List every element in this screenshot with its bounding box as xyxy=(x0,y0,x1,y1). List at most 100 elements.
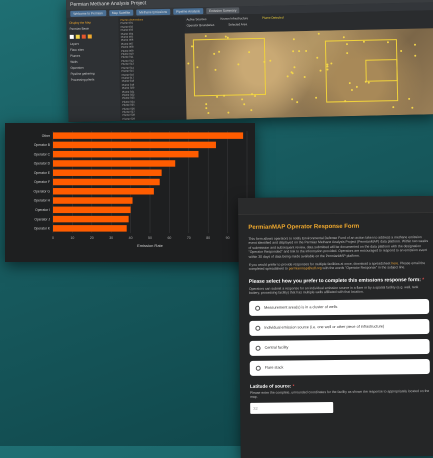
map-dashboard-window: Permian Methane Analysis Project ⚙ Welco… xyxy=(66,0,433,122)
x-tick-label: 90 xyxy=(226,236,230,240)
plume-marker[interactable] xyxy=(286,75,289,78)
bar xyxy=(53,178,160,186)
sidebar-item-plants[interactable]: Processing plants xyxy=(71,77,117,81)
option-flare-stack[interactable]: Flare stack xyxy=(249,358,430,376)
x-tick-label: 30 xyxy=(109,236,113,240)
plume-marker[interactable] xyxy=(304,49,307,52)
account-link[interactable]: ⚙ xyxy=(425,0,429,2)
plume-marker[interactable] xyxy=(411,106,414,109)
plume-marker[interactable] xyxy=(326,68,329,71)
plume-marker[interactable] xyxy=(298,49,301,53)
plume-marker[interactable] xyxy=(293,66,296,69)
radio-icon[interactable] xyxy=(255,305,261,311)
x-tick-label: 10 xyxy=(70,236,74,240)
plume-marker[interactable] xyxy=(316,57,319,60)
legend-item-selected: Selected Area xyxy=(228,22,248,27)
plume-marker[interactable] xyxy=(207,112,210,115)
latitude-question: Latitude of source: * xyxy=(249,382,430,389)
plume-marker[interactable] xyxy=(355,85,358,88)
option-individual-source[interactable]: Individual emission source (i.e. one wel… xyxy=(249,318,430,336)
email-link[interactable]: permianmap@edf.org xyxy=(289,267,322,271)
selected-area-box xyxy=(365,59,398,82)
plume-marker[interactable] xyxy=(241,98,244,101)
plume-marker[interactable] xyxy=(222,94,225,97)
radio-icon[interactable] xyxy=(255,365,261,371)
plume-marker[interactable] xyxy=(212,52,215,55)
sidebar-item-plumes[interactable]: Plumes xyxy=(70,53,116,58)
plume-marker[interactable] xyxy=(317,32,320,35)
option-central-facility[interactable]: Central facility xyxy=(249,338,430,356)
sidebar-item-wells[interactable]: Wells xyxy=(70,59,116,64)
latitude-input[interactable]: 32 xyxy=(250,402,334,415)
plume-marker[interactable] xyxy=(214,68,217,71)
plume-marker[interactable] xyxy=(204,34,207,37)
plume-marker[interactable] xyxy=(292,49,295,52)
category-label: Operator D xyxy=(34,162,51,166)
nav-tab-methane[interactable]: Methane Emissions xyxy=(136,8,171,16)
nav-tab-summary[interactable]: Emission Summary xyxy=(205,7,240,15)
plume-marker[interactable] xyxy=(254,94,257,97)
plume-marker[interactable] xyxy=(330,62,333,65)
nav-tab-map[interactable]: Map Satellite xyxy=(108,9,134,17)
plume-marker[interactable] xyxy=(262,60,266,63)
plume-marker[interactable] xyxy=(414,54,417,57)
radio-icon[interactable] xyxy=(255,345,261,351)
latitude-label: Latitude of source: xyxy=(249,383,292,389)
plume-marker[interactable] xyxy=(408,97,411,100)
plume-marker[interactable] xyxy=(217,50,220,53)
sidebar-item-pipelines[interactable]: Pipeline gathering xyxy=(71,71,117,76)
legend-item-active: Active Sources xyxy=(186,17,207,22)
plume-marker[interactable] xyxy=(342,36,345,39)
plume-marker[interactable] xyxy=(227,111,230,114)
x-tick-label: 40 xyxy=(129,236,133,240)
plume-marker[interactable] xyxy=(216,96,219,99)
category-label: Operator C xyxy=(34,152,51,156)
list-item[interactable]: Plume 029 xyxy=(122,116,184,121)
nav-tab-welcome[interactable]: Welcome to Permian xyxy=(70,10,106,17)
plume-marker[interactable] xyxy=(400,50,403,53)
bulk-note-tail: with the words "Operator Response" in th… xyxy=(322,265,406,271)
required-marker: * xyxy=(422,276,425,283)
plume-marker[interactable] xyxy=(392,106,395,109)
plume-marker[interactable] xyxy=(346,42,349,45)
bar xyxy=(53,197,133,204)
plume-marker[interactable] xyxy=(292,38,295,41)
plume-marker[interactable] xyxy=(250,108,253,111)
plume-marker[interactable] xyxy=(205,107,208,110)
plume-marker[interactable] xyxy=(250,93,253,96)
sidebar-heading: Display the Map xyxy=(69,20,92,25)
nav-tab-pipeline[interactable]: Pipeline Analysis xyxy=(173,8,204,15)
plume-marker[interactable] xyxy=(414,43,417,46)
bar xyxy=(53,150,199,158)
plume-marker[interactable] xyxy=(350,88,353,92)
sidebar-item-operators[interactable]: Operators xyxy=(70,65,116,70)
plume-marker[interactable] xyxy=(269,59,272,62)
x-axis-label: Emission Rate xyxy=(137,243,164,248)
satellite-map[interactable] xyxy=(184,28,433,120)
x-tick-label: 0 xyxy=(52,236,54,240)
option-label: Flare stack xyxy=(264,365,284,370)
plume-marker[interactable] xyxy=(290,70,293,73)
plume-marker[interactable] xyxy=(319,69,323,72)
plume-marker[interactable] xyxy=(243,102,246,106)
swatch-red[interactable] xyxy=(81,34,86,39)
plume-marker[interactable] xyxy=(303,75,306,78)
plume-marker[interactable] xyxy=(295,100,298,103)
plume-marker[interactable] xyxy=(291,98,294,101)
bar xyxy=(53,132,244,139)
bar xyxy=(53,141,216,149)
legend-item-plume: Plume Detected xyxy=(262,15,284,20)
plume-marker[interactable] xyxy=(187,62,190,65)
form-title: PermianMAP Operator Response Form xyxy=(248,223,360,231)
operator-response-form-window: PermianMAP Operator Response Form This f… xyxy=(238,195,433,458)
swatch-white[interactable] xyxy=(69,34,74,39)
x-tick-label: 20 xyxy=(90,236,94,240)
swatch-orange[interactable] xyxy=(87,34,92,39)
radio-icon[interactable] xyxy=(255,325,261,331)
sidebar-item-flare[interactable]: Flare sites xyxy=(70,47,116,52)
plume-marker[interactable] xyxy=(314,97,318,100)
swatch-yellow[interactable] xyxy=(75,34,80,39)
sidebar-layers-label: Layers xyxy=(69,41,79,46)
plume-marker[interactable] xyxy=(205,103,208,106)
option-cluster-of-wells[interactable]: Measurement area(s) is in a cluster of w… xyxy=(249,298,430,316)
